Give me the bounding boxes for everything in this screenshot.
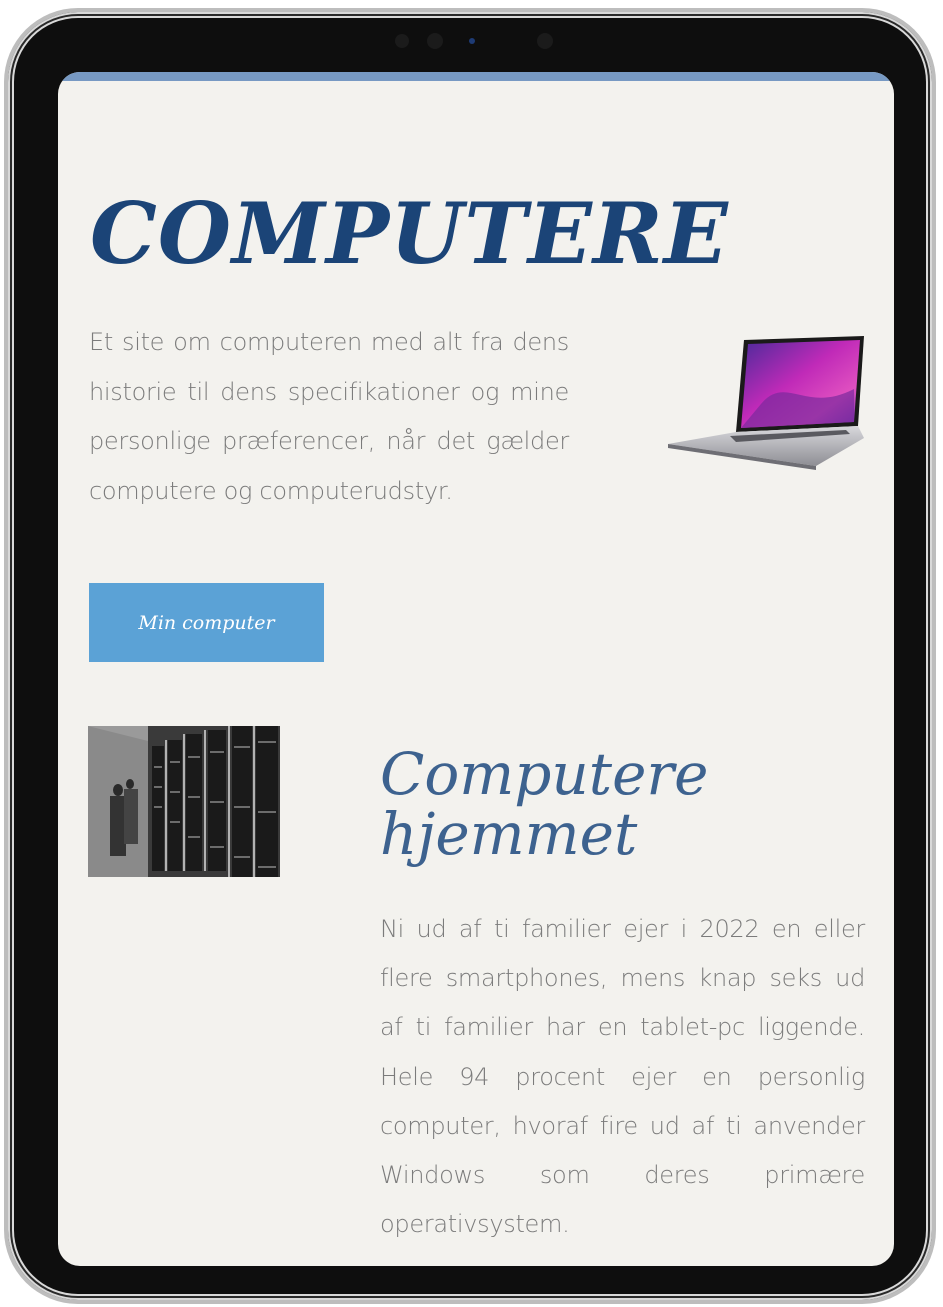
section-title-line2: hjemmet [380, 800, 638, 868]
section-body: Ni ud af ti familier ejer i 2022 en elle… [380, 915, 865, 1239]
top-strip [58, 72, 894, 81]
tablet-frame: COMPUTERE Et site om computeren med alt … [8, 12, 932, 1300]
my-computer-button[interactable]: Min computer [89, 583, 324, 662]
mainframe-image [88, 726, 280, 877]
laptop-image [668, 336, 864, 470]
camera-bar [393, 32, 563, 50]
page-title: COMPUTERE [90, 184, 729, 283]
screen: COMPUTERE Et site om computeren med alt … [58, 72, 894, 1266]
camera-icon [469, 38, 475, 44]
section-title: Computere hjemmet [380, 744, 708, 864]
sensor-icon [537, 33, 553, 49]
sensor-icon [395, 34, 409, 48]
section-title-line1: Computere [380, 740, 709, 808]
intro-text: Et site om computeren med alt fra dens h… [89, 328, 569, 505]
sensor-icon [427, 33, 443, 49]
